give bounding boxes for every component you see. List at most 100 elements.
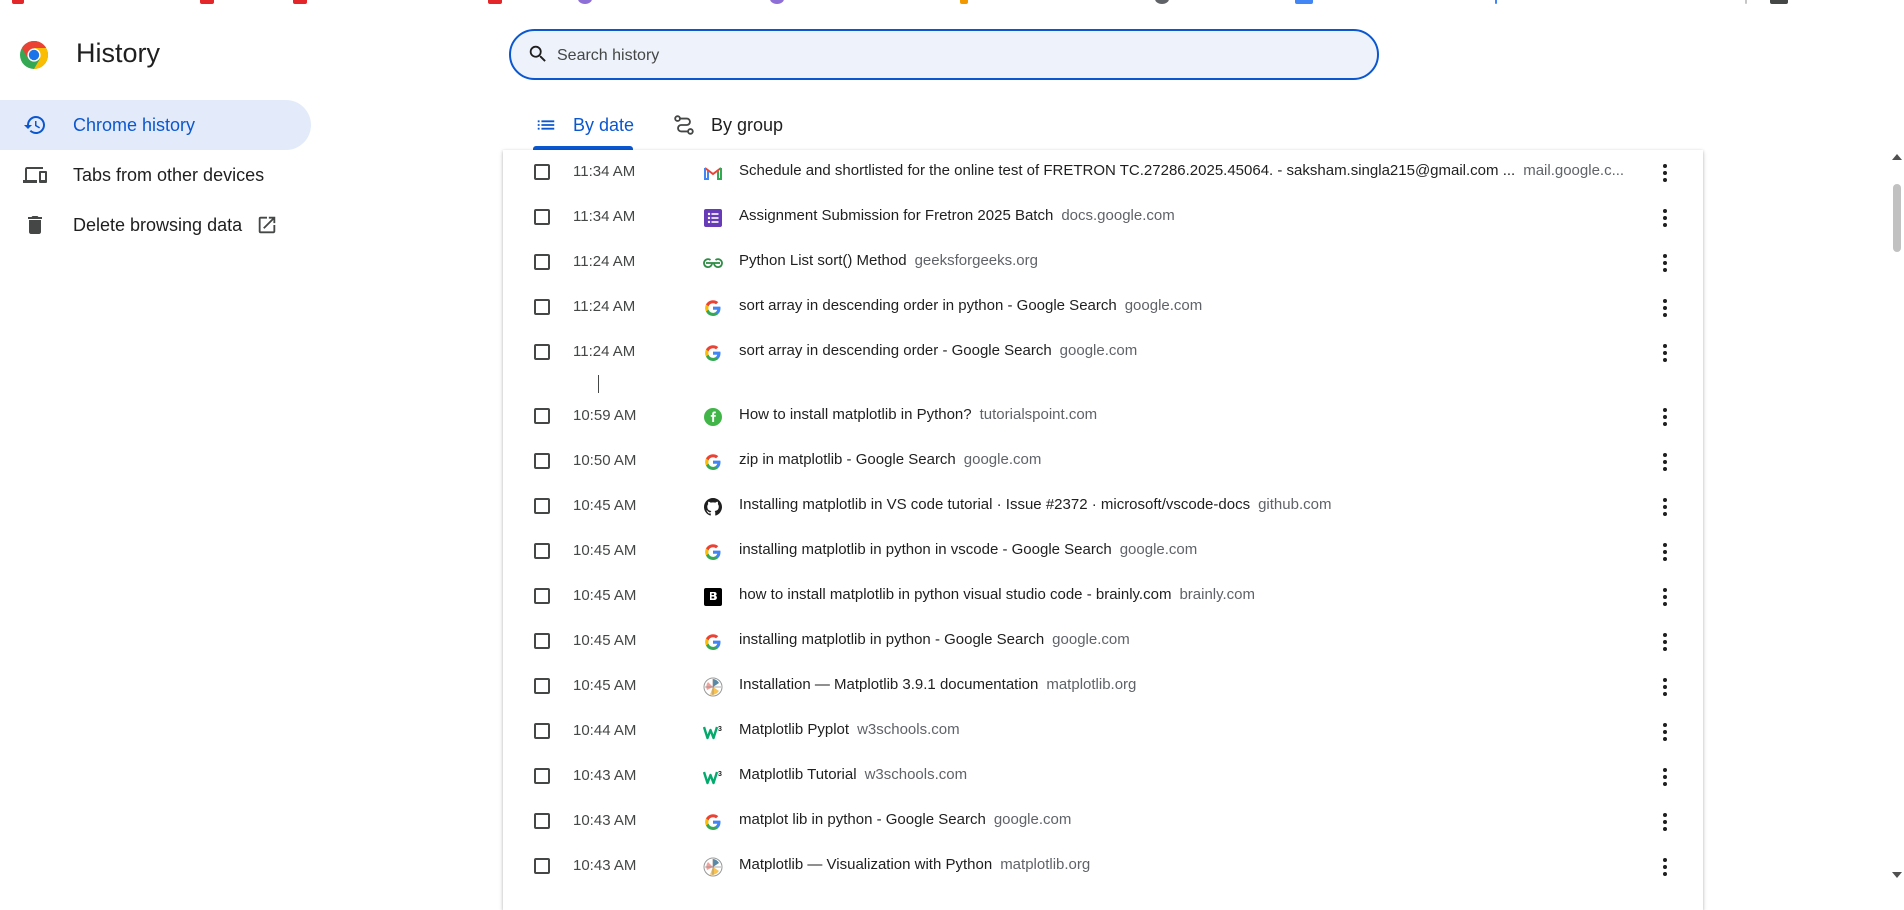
- bookmark-favicon[interactable]: [1155, 0, 1169, 4]
- history-link[interactable]: Matplotlib Tutorial w3schools.com: [739, 766, 967, 783]
- history-link[interactable]: Assignment Submission for Fretron 2025 B…: [739, 207, 1175, 224]
- history-link[interactable]: Installation — Matplotlib 3.9.1 document…: [739, 676, 1136, 693]
- more-actions-icon[interactable]: [1653, 206, 1677, 230]
- row-checkbox[interactable]: [534, 254, 550, 270]
- history-row[interactable]: 10:45 AM Installation — Matplotlib 3.9.1 …: [503, 664, 1703, 709]
- sidebar-item-tabs-from-other-devices[interactable]: Tabs from other devices: [0, 150, 311, 200]
- history-link[interactable]: sort array in descending order in python…: [739, 297, 1202, 314]
- history-row[interactable]: 10:50 AM zip in matplotlib - Google Searc…: [503, 439, 1703, 484]
- history-row[interactable]: 11:34 AM Schedule and shortlisted for the…: [503, 150, 1703, 195]
- history-row[interactable]: 10:43 AM 3 Matplotlib Tutorial w3schools.co…: [503, 754, 1703, 799]
- history-link[interactable]: how to install matplotlib in python visu…: [739, 586, 1255, 603]
- more-actions-icon[interactable]: [1653, 720, 1677, 744]
- row-checkbox[interactable]: [534, 588, 550, 604]
- page-domain: google.com: [1059, 342, 1138, 359]
- history-link[interactable]: sort array in descending order - Google …: [739, 342, 1137, 359]
- tab-by-group[interactable]: By group: [673, 100, 783, 150]
- row-checkbox[interactable]: [534, 723, 550, 739]
- row-checkbox[interactable]: [534, 633, 550, 649]
- more-actions-icon[interactable]: [1653, 810, 1677, 834]
- row-checkbox[interactable]: [534, 678, 550, 694]
- history-row[interactable]: 11:24 AM sort array in descending order i…: [503, 285, 1703, 330]
- scrollbar[interactable]: [1890, 150, 1904, 885]
- all-bookmarks-icon[interactable]: [1770, 0, 1788, 4]
- more-actions-icon[interactable]: [1653, 296, 1677, 320]
- row-checkbox[interactable]: [534, 408, 550, 424]
- history-row[interactable]: 11:34 AM Assignment Submission for Fretro…: [503, 195, 1703, 240]
- more-actions-icon[interactable]: [1653, 251, 1677, 275]
- page-domain: w3schools.com: [857, 721, 960, 738]
- history-row[interactable]: 10:59 AM How to install matplotlib in Pyt…: [503, 394, 1703, 439]
- history-row[interactable]: 10:45 AM Installing matplotlib in VS code…: [503, 484, 1703, 529]
- row-checkbox[interactable]: [534, 543, 550, 559]
- more-actions-icon[interactable]: [1653, 765, 1677, 789]
- row-checkbox[interactable]: [534, 453, 550, 469]
- search-box[interactable]: [509, 29, 1379, 80]
- google-icon: [703, 542, 723, 562]
- visit-time: 11:24 AM: [573, 253, 636, 270]
- more-actions-icon[interactable]: [1653, 161, 1677, 185]
- more-actions-icon[interactable]: [1653, 585, 1677, 609]
- history-link[interactable]: matplot lib in python - Google Search goo…: [739, 811, 1071, 828]
- history-row[interactable]: 10:43 AM matplot lib in python - Google S…: [503, 799, 1703, 844]
- history-row[interactable]: 10:45 AM installing matplotlib in python …: [503, 619, 1703, 664]
- bookmark-favicon[interactable]: [293, 0, 307, 4]
- history-row[interactable]: 10:43 AM Matplotlib — Visualization with …: [503, 844, 1703, 889]
- tab-by-date[interactable]: By date: [535, 100, 634, 150]
- history-link[interactable]: Installing matplotlib in VS code tutoria…: [739, 496, 1331, 513]
- bookmark-favicon[interactable]: [1295, 0, 1313, 4]
- page-title-text: Assignment Submission for Fretron 2025 B…: [739, 207, 1054, 224]
- bookmark-label[interactable]: [1495, 0, 1497, 4]
- more-actions-icon[interactable]: [1653, 540, 1677, 564]
- page-title-text: How to install matplotlib in Python?: [739, 406, 972, 423]
- more-actions-icon[interactable]: [1653, 675, 1677, 699]
- history-row[interactable]: 11:24 AM Python List sort() Method geeksfo…: [503, 240, 1703, 285]
- search-input[interactable]: [555, 41, 1339, 71]
- more-actions-icon[interactable]: [1653, 450, 1677, 474]
- row-checkbox[interactable]: [534, 813, 550, 829]
- bookmark-favicon[interactable]: [960, 0, 968, 4]
- history-row[interactable]: 11:24 AM sort array in descending order -…: [503, 330, 1703, 375]
- history-row[interactable]: 10:45 AM installing matplotlib in python …: [503, 529, 1703, 574]
- history-link[interactable]: Matplotlib — Visualization with Python ma…: [739, 856, 1090, 873]
- row-checkbox[interactable]: [534, 299, 550, 315]
- row-checkbox[interactable]: [534, 858, 550, 874]
- row-checkbox[interactable]: [534, 344, 550, 360]
- more-actions-icon[interactable]: [1653, 630, 1677, 654]
- chrome-logo-icon: [20, 41, 48, 69]
- page-domain: docs.google.com: [1061, 207, 1175, 224]
- sidebar-item-chrome-history[interactable]: Chrome history: [0, 100, 311, 150]
- history-row[interactable]: 10:44 AM 3 Matplotlib Pyplot w3schools.com: [503, 709, 1703, 754]
- bookmark-favicon[interactable]: [12, 0, 24, 4]
- history-link[interactable]: installing matplotlib in python - Google…: [739, 631, 1130, 648]
- history-link[interactable]: installing matplotlib in python in vscod…: [739, 541, 1197, 558]
- history-row[interactable]: 10:45 AM how to install matplotlib in pyt…: [503, 574, 1703, 619]
- history-link[interactable]: Matplotlib Pyplot w3schools.com: [739, 721, 960, 738]
- bookmark-favicon[interactable]: [488, 0, 502, 4]
- scroll-up-arrow[interactable]: [1892, 154, 1902, 160]
- more-actions-icon[interactable]: [1653, 341, 1677, 365]
- text-cursor: [598, 375, 599, 393]
- more-actions-icon[interactable]: [1653, 405, 1677, 429]
- row-checkbox[interactable]: [534, 768, 550, 784]
- bookmark-favicon[interactable]: [200, 0, 214, 4]
- row-checkbox[interactable]: [534, 498, 550, 514]
- scroll-thumb[interactable]: [1893, 184, 1901, 252]
- visit-time: 11:24 AM: [573, 298, 636, 315]
- history-list: 11:34 AM Schedule and shortlisted for the…: [503, 150, 1703, 910]
- more-actions-icon[interactable]: [1653, 495, 1677, 519]
- bookmark-favicon[interactable]: [578, 0, 592, 4]
- row-checkbox[interactable]: [534, 164, 550, 180]
- history-link[interactable]: How to install matplotlib in Python? tuto…: [739, 406, 1097, 423]
- history-link[interactable]: Python List sort() Method geeksforgeeks.o…: [739, 252, 1038, 269]
- history-link[interactable]: Schedule and shortlisted for the online …: [739, 162, 1624, 179]
- page-domain: matplotlib.org: [1046, 676, 1137, 693]
- sidebar-item-delete-browsing-data[interactable]: Delete browsing data: [0, 200, 311, 250]
- visit-time: 10:45 AM: [573, 677, 637, 694]
- history-link[interactable]: zip in matplotlib - Google Search google.…: [739, 451, 1041, 468]
- row-checkbox[interactable]: [534, 209, 550, 225]
- bookmark-bar: [0, 0, 1904, 6]
- bookmark-favicon[interactable]: [770, 0, 784, 4]
- more-actions-icon[interactable]: [1653, 855, 1677, 879]
- scroll-down-arrow[interactable]: [1892, 872, 1902, 878]
